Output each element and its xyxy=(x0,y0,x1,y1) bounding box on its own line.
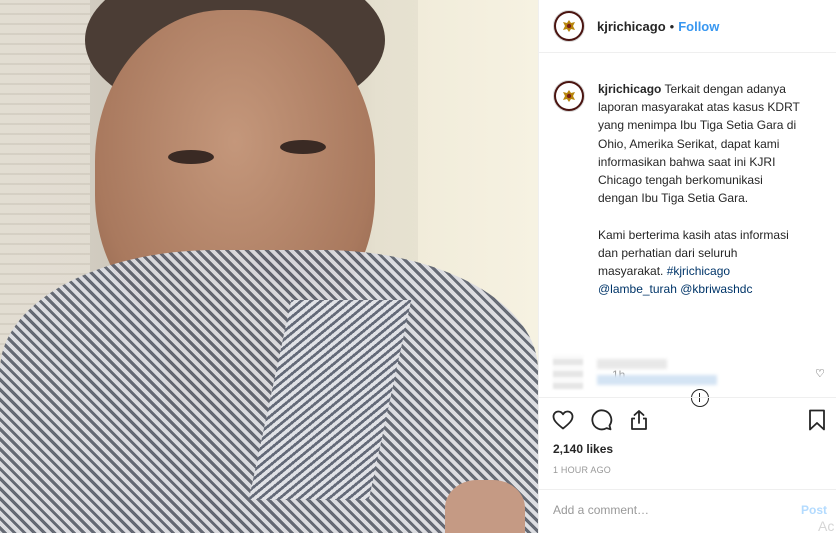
comment-icon[interactable] xyxy=(589,408,613,432)
comment-bar: Add a comment… Post xyxy=(539,489,836,534)
emblem-icon xyxy=(556,83,582,109)
hashtag-link[interactable]: #kjrichicago xyxy=(667,264,730,278)
bookmark-icon[interactable] xyxy=(805,408,829,432)
likes-count[interactable]: 2,140 likes xyxy=(553,442,613,456)
post-side-panel: kjrichicago • Follow kjrichicago Terkait… xyxy=(538,0,836,533)
overlay-text: Ac xyxy=(818,518,835,534)
left-eye xyxy=(168,150,214,164)
avatar[interactable] xyxy=(553,10,585,42)
right-eye xyxy=(280,140,326,154)
comment-input[interactable]: Add a comment… xyxy=(553,503,649,517)
comment-row-blurred: ♡ xyxy=(553,355,825,391)
plus-circle-icon[interactable] xyxy=(691,389,709,407)
share-icon[interactable] xyxy=(627,408,651,432)
caption-body: Terkait dengan adanya laporan masyarakat… xyxy=(598,82,800,279)
post-media[interactable] xyxy=(0,0,538,533)
comment-text-blurred xyxy=(597,375,717,385)
comment-like-icon[interactable]: ♡ xyxy=(815,367,825,380)
caption-username[interactable]: kjrichicago xyxy=(598,82,661,96)
action-icons xyxy=(551,408,651,434)
post-header: kjrichicago • Follow xyxy=(539,0,836,53)
heart-icon[interactable] xyxy=(551,408,575,432)
mention-link-1[interactable]: @lambe_turah xyxy=(598,282,677,296)
hand xyxy=(445,480,525,533)
post-timestamp: 1 HOUR AGO xyxy=(553,465,612,475)
emblem-icon xyxy=(556,13,582,39)
caption-text: kjrichicago Terkait dengan adanya lapora… xyxy=(598,80,816,298)
action-bar xyxy=(539,397,836,431)
commenter-name-blurred xyxy=(597,359,667,369)
follow-button[interactable]: Follow xyxy=(678,19,719,34)
commenter-avatar xyxy=(553,355,583,389)
post-button[interactable]: Post xyxy=(801,503,827,517)
mention-link-2[interactable]: @kbriwashdc xyxy=(680,282,752,296)
caption-avatar[interactable] xyxy=(553,80,585,112)
separator-dot: • xyxy=(669,18,675,34)
header-username[interactable]: kjrichicago xyxy=(597,19,666,34)
